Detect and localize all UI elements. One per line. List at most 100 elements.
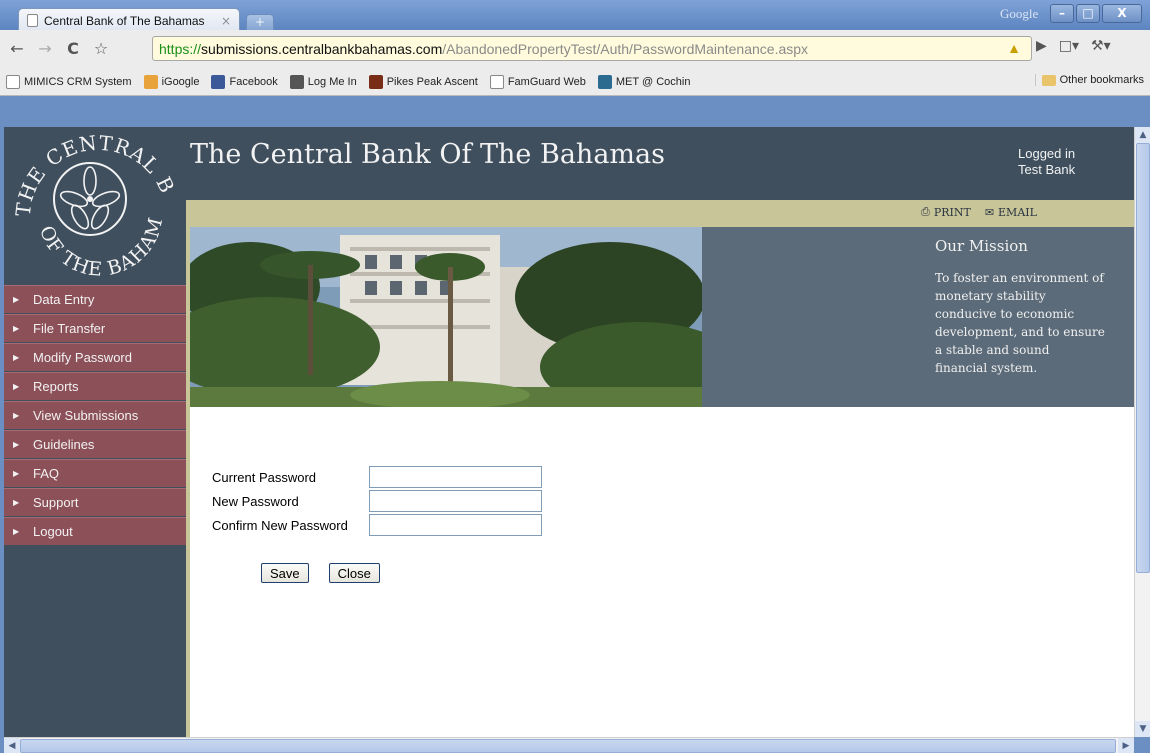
arrow-right-icon: ▶ [13, 382, 20, 391]
browser-titlebar: Central Bank of The Bahamas × + Google –… [0, 0, 1150, 32]
bookmark-label: MIMICS CRM System [24, 76, 132, 88]
other-bookmarks[interactable]: Other bookmarks [1034, 74, 1144, 86]
arrow-right-icon: ▶ [13, 440, 20, 449]
back-icon[interactable]: ← [6, 38, 28, 60]
page-icon [489, 75, 504, 89]
scroll-down-icon[interactable]: ▼ [1135, 721, 1150, 737]
confirm-password-label: Confirm New Password [212, 517, 348, 533]
minimize-button[interactable]: – [1050, 4, 1074, 23]
bookmark-label: Log Me In [307, 76, 357, 88]
mission-title: Our Mission [935, 237, 1028, 255]
tab-close-icon[interactable]: × [221, 14, 231, 28]
facebook-icon [211, 75, 226, 89]
bookmark-label: MET @ Cochin [615, 76, 691, 88]
bookmark-item[interactable]: Log Me In [284, 75, 363, 89]
bookmark-item[interactable]: FamGuard Web [484, 75, 592, 89]
site-title: The Central Bank Of The Bahamas [190, 139, 665, 170]
logmein-icon [289, 75, 304, 89]
arrow-right-icon: ▶ [13, 411, 20, 420]
sidebar-item-label: Modify Password [33, 350, 132, 365]
url-host: submissions.centralbankbahamas.com [201, 40, 443, 57]
reload-icon[interactable]: C [62, 38, 84, 60]
sidebar-item-view-submissions[interactable]: ▶ View Submissions [4, 401, 186, 430]
confirm-password-input[interactable] [369, 514, 542, 536]
horizontal-scrollbar[interactable]: ◀ ▶ [4, 737, 1134, 753]
other-bookmarks-label: Other bookmarks [1059, 74, 1144, 86]
arrow-right-icon: ▶ [13, 469, 20, 478]
arrow-right-icon: ▶ [13, 527, 20, 536]
sidebar-item-reports[interactable]: ▶ Reports [4, 372, 186, 401]
logged-in-status: Logged in Test Bank [1018, 146, 1075, 178]
scroll-right-icon[interactable]: ▶ [1118, 738, 1134, 753]
new-password-row: New Password [212, 489, 542, 513]
banner-photo [190, 227, 702, 407]
bookmark-label: FamGuard Web [507, 76, 586, 88]
vertical-scroll-thumb[interactable] [1136, 143, 1150, 573]
bookmark-label: Pikes Peak Ascent [386, 76, 478, 88]
sidebar-item-support[interactable]: ▶ Support [4, 488, 186, 517]
maximize-button[interactable]: □ [1076, 4, 1100, 23]
save-button[interactable]: Save [261, 563, 309, 583]
confirm-password-row: Confirm New Password [212, 513, 542, 537]
forward-icon[interactable]: → [34, 38, 56, 60]
new-tab-button[interactable]: + [246, 14, 274, 31]
horizontal-scroll-thumb[interactable] [20, 739, 1116, 753]
current-password-input[interactable] [369, 466, 542, 488]
utility-bar: ⎙ PRINT ✉ EMAIL [186, 200, 1134, 227]
sidebar-item-file-transfer[interactable]: ▶ File Transfer [4, 314, 186, 343]
tab-title: Central Bank of The Bahamas [44, 13, 205, 28]
bookmark-star-icon[interactable]: ☆ [90, 38, 112, 60]
google-label: Google [1000, 6, 1039, 21]
sidebar-item-data-entry[interactable]: ▶ Data Entry [4, 285, 186, 314]
arrow-right-icon: ▶ [13, 295, 20, 304]
lock-icon[interactable]: ▲ [1007, 40, 1021, 56]
sidebar-item-label: Guidelines [33, 437, 95, 452]
folder-icon [1041, 74, 1056, 86]
sidebar-item-logout[interactable]: ▶ Logout [4, 517, 186, 546]
email-link[interactable]: ✉ EMAIL [985, 205, 1037, 219]
mission-text: To foster an environment of monetary sta… [935, 271, 1105, 375]
page-icon [27, 14, 38, 27]
mission-panel: Our Mission To foster an environment of … [702, 227, 1134, 407]
browser-tab[interactable]: Central Bank of The Bahamas × [18, 8, 240, 32]
wrench-icon[interactable]: ⚒▾ [1091, 38, 1111, 54]
sidebar-item-guidelines[interactable]: ▶ Guidelines [4, 430, 186, 459]
pikes-peak-icon [368, 75, 383, 89]
close-button[interactable]: Close [328, 563, 380, 583]
scroll-left-icon[interactable]: ◀ [4, 738, 20, 753]
arrow-right-icon: ▶ [13, 353, 20, 362]
printer-icon: ⎙ [921, 205, 930, 218]
wordpress-icon [597, 75, 612, 89]
sidebar-item-faq[interactable]: ▶ FAQ [4, 459, 186, 488]
sidebar-item-label: View Submissions [33, 408, 139, 423]
password-form-area: Current Password New Password Confirm Ne… [190, 407, 1134, 737]
sidebar-item-modify-password[interactable]: ▶ Modify Password [4, 343, 186, 372]
sidebar-item-label: Data Entry [33, 292, 95, 307]
sidebar-item-label: File Transfer [33, 321, 106, 336]
page-icon [6, 75, 20, 89]
bookmark-item[interactable]: MIMICS CRM System [0, 75, 138, 89]
print-link[interactable]: ⎙ PRINT [921, 205, 971, 219]
utility-links: ⎙ PRINT ✉ EMAIL [921, 205, 1037, 219]
bookmark-item[interactable]: Facebook [205, 75, 283, 89]
building-photo-image [190, 227, 702, 407]
email-label: EMAIL [998, 205, 1037, 219]
vertical-scrollbar[interactable]: ▲ ▼ [1134, 127, 1150, 737]
page-menu-icon[interactable]: □▾ [1059, 38, 1079, 54]
sidebar-item-label: Reports [33, 379, 79, 394]
scroll-up-icon[interactable]: ▲ [1135, 127, 1150, 143]
address-bar[interactable]: https://submissions.centralbankbahamas.c… [152, 36, 1032, 61]
bookmark-item[interactable]: MET @ Cochin [592, 75, 697, 89]
igoogle-icon [143, 75, 158, 89]
form-buttons: Save Close [261, 563, 380, 583]
new-password-input[interactable] [369, 490, 542, 512]
play-icon[interactable]: ▶ [1036, 38, 1047, 54]
close-window-button[interactable]: X [1102, 4, 1142, 23]
new-password-label: New Password [212, 493, 299, 509]
bookmark-item[interactable]: Pikes Peak Ascent [363, 75, 484, 89]
bookmark-label: iGoogle [161, 76, 200, 88]
window-controls: – □ X [1050, 4, 1142, 23]
bookmark-item[interactable]: iGoogle [138, 75, 206, 89]
toolbar-right: ▶ □▾ ⚒▾ [1036, 38, 1111, 54]
arrow-right-icon: ▶ [13, 324, 20, 333]
